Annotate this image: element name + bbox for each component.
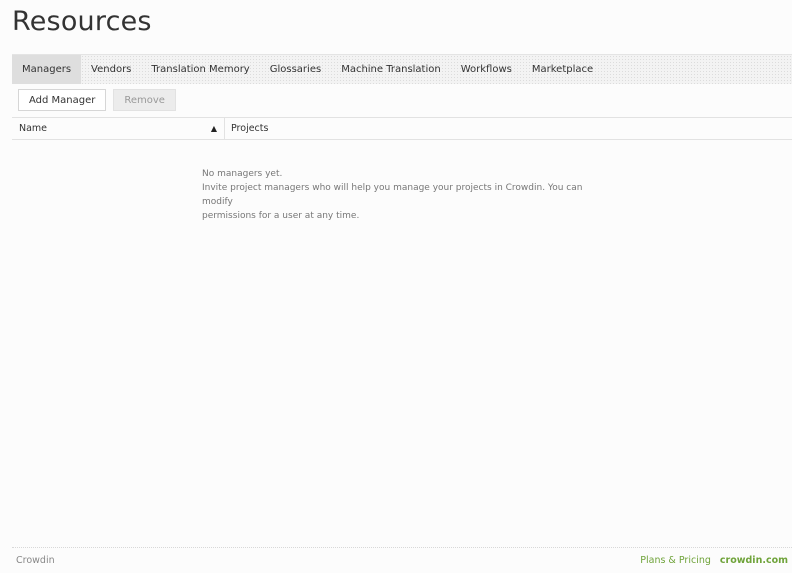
column-header-name-label: Name [19,123,48,134]
toolbar: Add Manager Remove [18,89,176,111]
footer: Crowdin Plans & Pricing crowdin.com [12,547,792,573]
tab-workflows[interactable]: Workflows [451,55,522,84]
empty-state-line-1: Invite project managers who will help yo… [202,183,583,207]
column-header-name[interactable]: Name ▲ [12,118,225,139]
table-header: Name ▲ Projects [12,117,792,140]
empty-state-line-2: permissions for a user at any time. [202,211,360,221]
resource-tabs: Managers Vendors Translation Memory Glos… [12,54,792,84]
tab-marketplace[interactable]: Marketplace [522,55,603,84]
column-header-projects-label: Projects [231,123,269,134]
tab-machine-translation[interactable]: Machine Translation [331,55,451,84]
empty-state-title: No managers yet. [202,169,283,179]
footer-links: Plans & Pricing crowdin.com [640,555,788,566]
crowdin-logo-link[interactable]: crowdin.com [720,555,788,566]
add-manager-button[interactable]: Add Manager [18,89,107,111]
page-title: Resources [12,6,152,37]
tab-vendors[interactable]: Vendors [81,55,141,84]
column-header-projects[interactable]: Projects [225,118,274,139]
tab-managers[interactable]: Managers [12,55,82,84]
empty-state: No managers yet. Invite project managers… [202,167,602,223]
footer-crowdin-label: Crowdin [16,555,55,566]
tab-translation-memory[interactable]: Translation Memory [141,55,259,84]
remove-button[interactable]: Remove [113,89,176,111]
plans-pricing-link[interactable]: Plans & Pricing [640,555,711,566]
page: Resources Managers Vendors Translation M… [0,0,792,573]
tab-glossaries[interactable]: Glossaries [260,55,331,84]
sort-ascending-icon: ▲ [210,124,217,133]
